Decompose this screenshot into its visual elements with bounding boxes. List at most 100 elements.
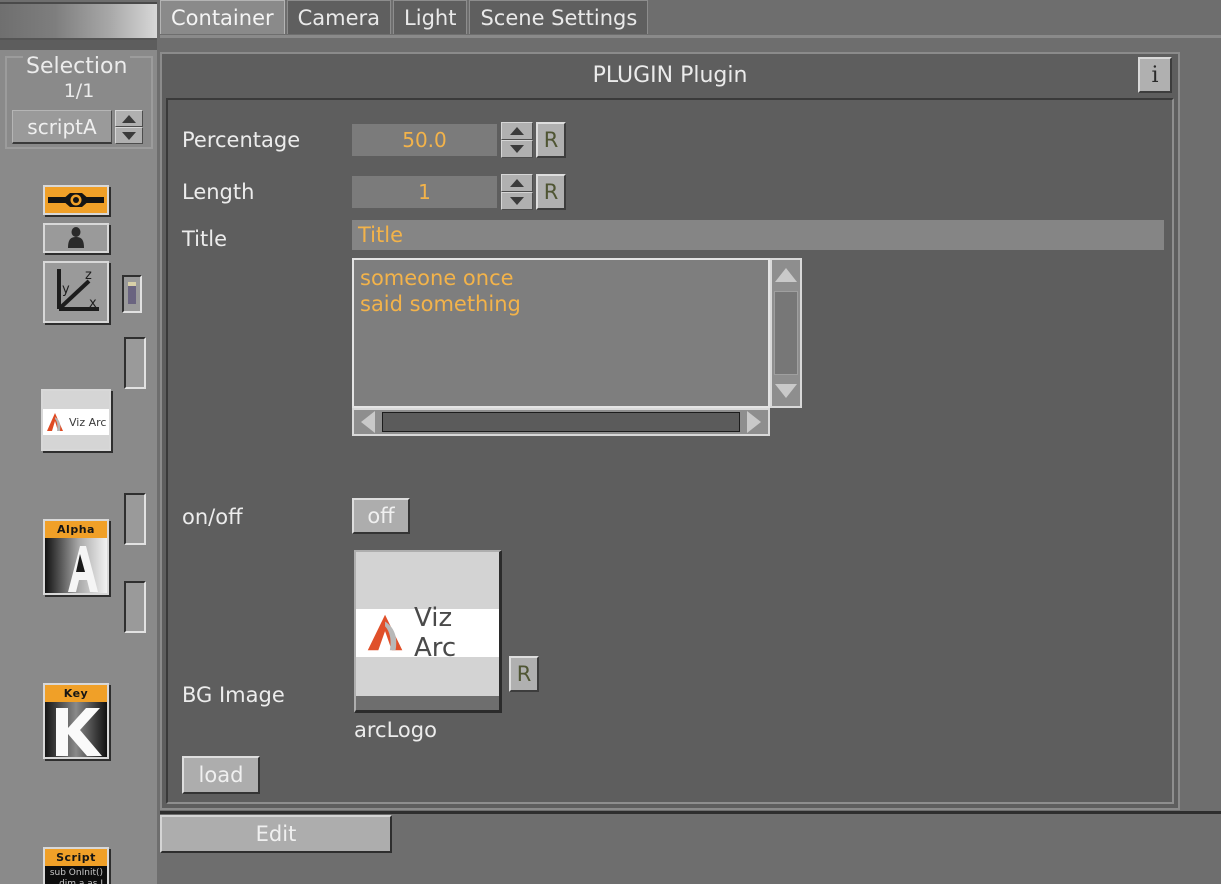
length-reset-button[interactable]: R	[536, 174, 566, 210]
bgimage-reset-button[interactable]: R	[509, 656, 539, 692]
bgimage-thumb-text: Viz Arc	[414, 603, 457, 663]
sidebar-item-texture[interactable]: Viz Arc	[41, 389, 111, 451]
key-mini-slider[interactable]	[124, 493, 146, 545]
script-line: sub OnInit()	[49, 868, 103, 878]
edit-button[interactable]: Edit	[160, 815, 392, 853]
sidebar-item-visibility[interactable]	[43, 185, 109, 215]
reset-label: R	[516, 662, 532, 686]
footer-divider	[160, 811, 1221, 814]
sidebar-icon-column: y z x Viz Arc Alpha Key Script sub OnIni…	[0, 155, 157, 884]
length-up-button[interactable]	[501, 174, 533, 192]
viz-arc-logo-icon	[367, 614, 403, 651]
load-label: load	[198, 763, 244, 787]
app-root: Container Camera Light Scene Settings Se…	[0, 0, 1221, 884]
triangle-up-icon	[510, 127, 524, 135]
tab-label: Scene Settings	[480, 5, 638, 30]
main-tabbar: Container Camera Light Scene Settings	[160, 0, 650, 36]
triangle-down-icon	[775, 384, 797, 398]
texture-label: Viz Arc	[69, 415, 107, 429]
triangle-right-icon	[747, 411, 761, 433]
tab-camera[interactable]: Camera	[286, 0, 392, 34]
horizontal-scroll-track[interactable]	[382, 412, 740, 432]
bgimage-caption: arcLogo	[354, 718, 437, 742]
sidebar-item-alpha[interactable]: Alpha	[43, 519, 109, 595]
scroll-left-button[interactable]	[354, 411, 382, 433]
person-icon	[68, 227, 84, 248]
texture-mini-slider[interactable]	[124, 337, 146, 389]
tab-label: Container	[171, 5, 274, 30]
percentage-input[interactable]: 50.0	[352, 124, 497, 156]
bgimage-thumbnail[interactable]: Viz Arc	[354, 550, 502, 713]
top-strip-shadow	[0, 40, 157, 50]
axis-icon: y z x	[57, 268, 99, 311]
svg-text:x: x	[89, 296, 97, 311]
triangle-up-icon	[510, 179, 524, 187]
info-label: i	[1151, 62, 1159, 88]
plugin-panel-body: Percentage 50.0 R Length 1 R Title Title…	[166, 98, 1174, 804]
alpha-header-label: Alpha	[45, 521, 107, 538]
tab-scene-settings[interactable]: Scene Settings	[469, 0, 649, 34]
selection-legend: Selection	[23, 56, 131, 78]
bgimage-label: BG Image	[182, 683, 285, 707]
percentage-row: Percentage 50.0 R	[182, 122, 566, 158]
percentage-up-button[interactable]	[501, 122, 533, 140]
tab-label: Camera	[297, 5, 381, 30]
scroll-up-button[interactable]	[772, 260, 800, 290]
textarea-vertical-scrollbar[interactable]	[770, 258, 802, 408]
edit-label: Edit	[255, 822, 297, 846]
selection-value[interactable]: scriptA	[12, 110, 112, 144]
svg-text:z: z	[85, 268, 92, 283]
textarea-horizontal-scrollbar[interactable]	[352, 408, 770, 436]
load-button[interactable]: load	[182, 756, 260, 794]
sidebar-item-transform[interactable]: y z x	[43, 261, 109, 323]
sidebar-item-key[interactable]: Key	[43, 683, 109, 759]
panel-title-text: PLUGIN Plugin	[592, 62, 748, 88]
onoff-value: off	[367, 504, 395, 528]
selection-stepper	[115, 110, 143, 144]
reset-label: R	[543, 128, 559, 152]
length-input[interactable]: 1	[352, 176, 497, 208]
plugin-panel: PLUGIN Plugin i Percentage 50.0 R Length…	[160, 52, 1180, 810]
selection-count: 1/1	[63, 80, 95, 102]
title-input[interactable]: Title	[352, 220, 1164, 250]
selection-row: scriptA	[12, 110, 146, 144]
selection-group: Selection 1/1 scriptA	[5, 56, 153, 149]
script-line: dim a as I	[59, 879, 103, 884]
top-gradient-strip	[0, 2, 157, 40]
vertical-scroll-thumb[interactable]	[774, 291, 798, 375]
length-row: Length 1 R	[182, 174, 566, 210]
panel-title: PLUGIN Plugin	[162, 54, 1178, 96]
script-header-label: Script	[45, 849, 107, 866]
script-mini-slider[interactable]	[124, 581, 146, 633]
length-down-button[interactable]	[501, 192, 533, 210]
description-textarea-group: someone once said something	[352, 258, 802, 438]
info-button[interactable]: i	[1138, 57, 1172, 93]
bgimage-logo-strip: Viz Arc	[356, 603, 499, 663]
onoff-label: on/off	[182, 505, 243, 529]
title-label: Title	[182, 227, 228, 251]
triangle-up-icon	[775, 268, 797, 282]
triangle-down-icon	[510, 145, 524, 153]
bgimage-thumb-footer	[356, 696, 499, 710]
onoff-toggle-button[interactable]: off	[352, 498, 410, 534]
key-letter-icon	[56, 708, 102, 756]
left-sidebar: Selection 1/1 scriptA y z x Viz Arc Alph…	[0, 50, 157, 884]
percentage-reset-button[interactable]: R	[536, 122, 566, 158]
triangle-up-icon	[122, 114, 136, 123]
tab-light[interactable]: Light	[393, 0, 468, 34]
scroll-down-button[interactable]	[772, 376, 800, 406]
tab-container[interactable]: Container	[160, 0, 285, 34]
triangle-left-icon	[361, 411, 375, 433]
percentage-stepper	[501, 122, 533, 158]
eye-icon	[48, 193, 104, 207]
sidebar-item-script[interactable]: Script sub OnInit() dim a as I RegisterP…	[43, 847, 109, 884]
percentage-down-button[interactable]	[501, 140, 533, 158]
description-textarea[interactable]: someone once said something	[352, 258, 770, 408]
transform-mini-slider[interactable]	[122, 275, 142, 313]
sidebar-item-active[interactable]	[43, 223, 109, 253]
alpha-letter-icon	[68, 546, 98, 592]
selection-up-button[interactable]	[115, 110, 143, 127]
scroll-right-button[interactable]	[740, 411, 768, 433]
svg-text:y: y	[62, 282, 70, 297]
selection-down-button[interactable]	[115, 127, 143, 144]
